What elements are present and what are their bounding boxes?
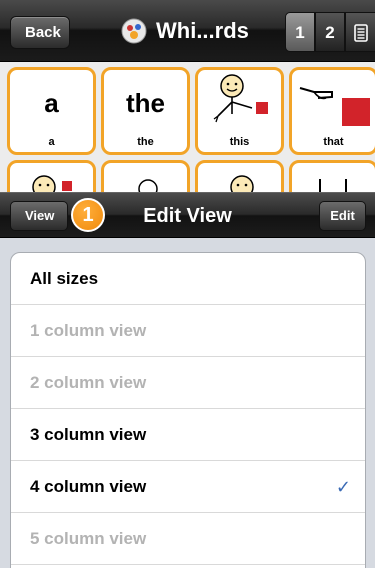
checkmark-icon: ✓ <box>335 477 351 497</box>
keyboard-button[interactable] <box>345 12 375 52</box>
step-badge: 1 <box>71 198 105 232</box>
app-icon <box>121 18 147 44</box>
page-2-tab[interactable]: 2 <box>315 12 345 52</box>
back-button[interactable]: Back <box>10 16 70 49</box>
view-size-list: All sizes 1 column view 2 column view 3 … <box>10 252 366 568</box>
symbol-caption: that <box>323 136 344 148</box>
symbol-caption: this <box>229 136 250 148</box>
list-item-label: 3 column view <box>30 425 147 444</box>
edit-button[interactable]: Edit <box>319 201 366 231</box>
hand-pointing-square-icon <box>299 87 370 126</box>
list-item-4-column[interactable]: 4 column view ✓ <box>11 461 365 513</box>
back-button-label: Back <box>25 24 61 41</box>
list-item-all-sizes[interactable]: All sizes <box>11 253 365 305</box>
list-item-5-column[interactable]: 5 column view <box>11 513 365 565</box>
page-title: Whi...rds <box>156 18 249 43</box>
symbol-cell-that[interactable]: that <box>289 67 375 155</box>
symbol-caption: the <box>137 136 154 148</box>
top-nav-bar: Back Whi...rds 1 2 <box>0 0 375 62</box>
list-item-1-column[interactable]: 1 column view <box>11 305 365 357</box>
symbol-caption: a <box>48 136 55 148</box>
list-item-label: 4 column view <box>30 477 147 496</box>
edit-view-header: View 1 Edit View Edit <box>0 192 375 238</box>
list-item-2-column[interactable]: 2 column view <box>11 357 365 409</box>
person-pointing-square-icon <box>213 74 268 123</box>
symbol-word: the <box>126 88 165 118</box>
list-item-3-column[interactable]: 3 column view <box>11 409 365 461</box>
list-item-label: 2 column view <box>30 373 147 392</box>
list-item-label: 1 column view <box>30 321 147 340</box>
edit-view-title: Edit View <box>143 205 232 227</box>
symbol-cell-a[interactable]: a a <box>7 67 96 155</box>
symbol-word: a <box>44 88 59 118</box>
symbol-grid: a a the the this that <box>0 62 375 248</box>
view-back-button-label: View <box>25 208 55 223</box>
list-item-label: All sizes <box>30 269 99 288</box>
symbol-cell-the[interactable]: the the <box>101 67 190 155</box>
page-1-tab[interactable]: 1 <box>285 12 315 52</box>
list-item-label: 5 column view <box>30 529 147 548</box>
symbol-cell-this[interactable]: this <box>195 67 284 155</box>
view-back-button[interactable]: View <box>10 201 68 231</box>
keyboard-icon <box>354 24 368 42</box>
